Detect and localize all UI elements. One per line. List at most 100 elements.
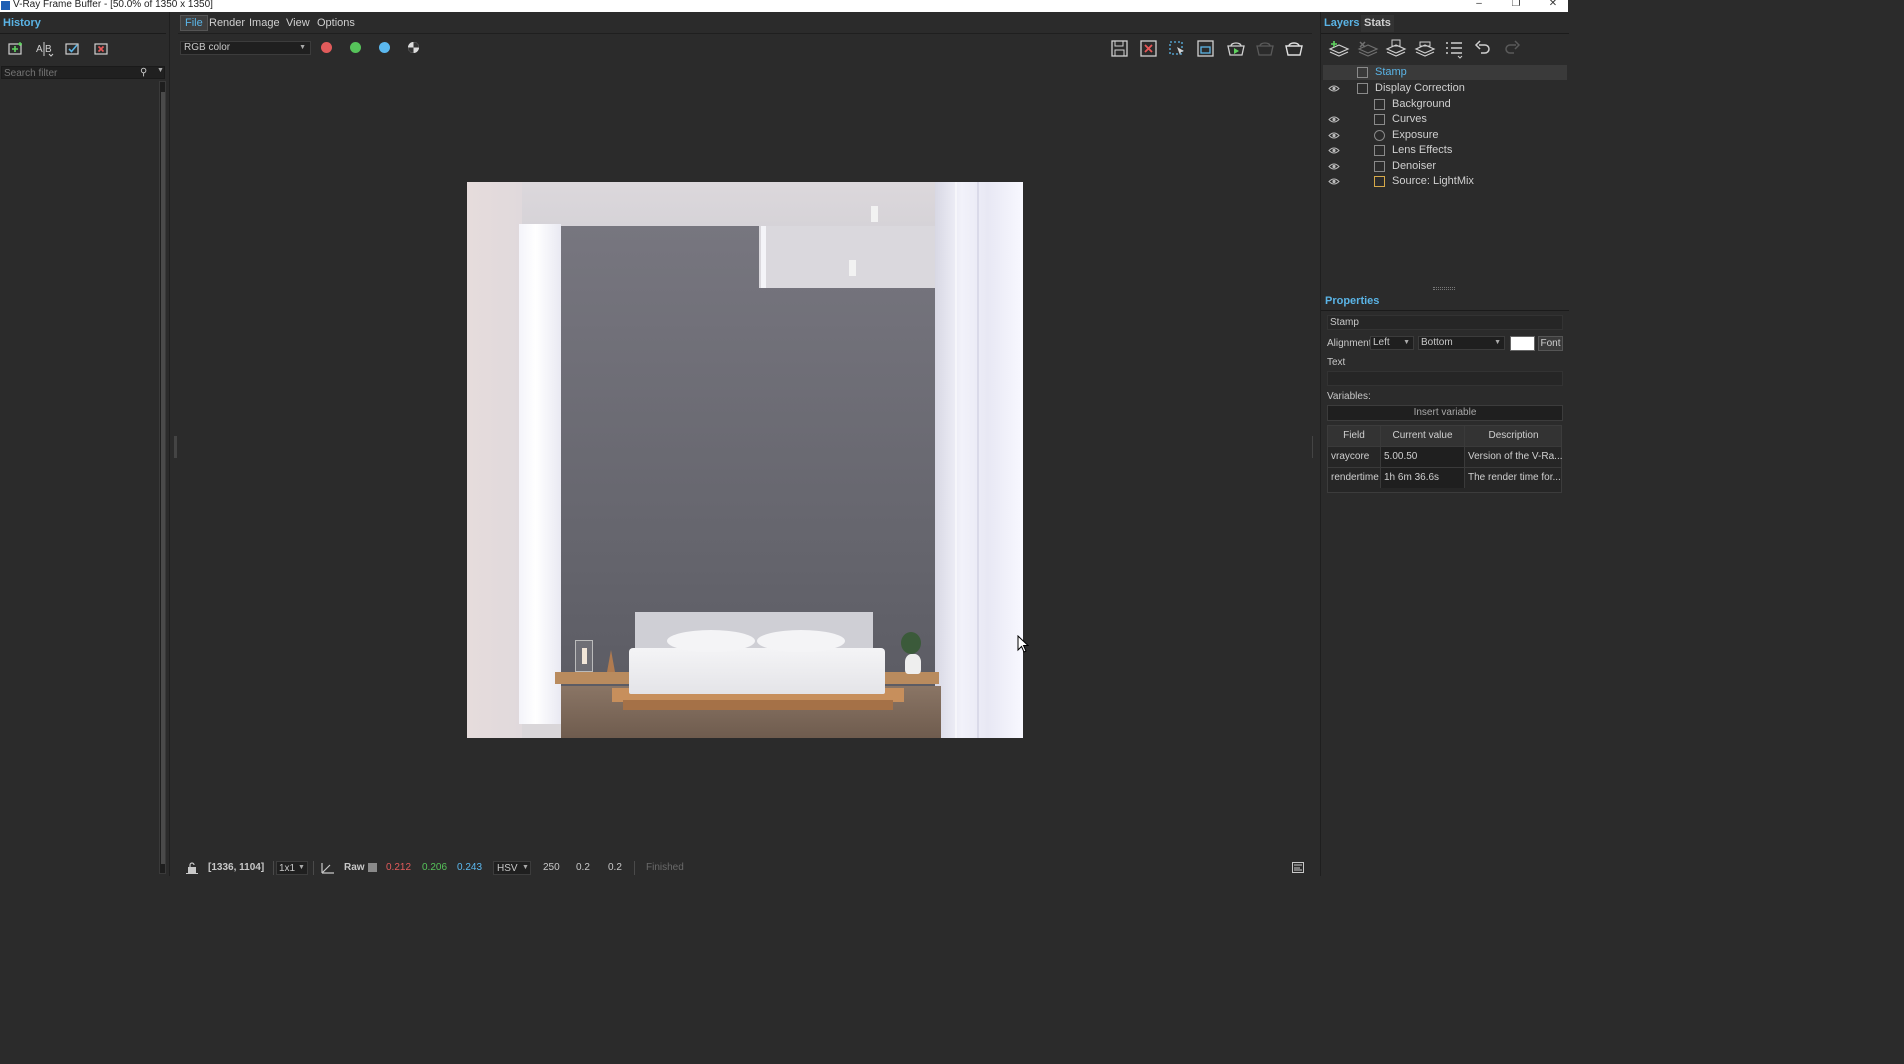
divider	[178, 33, 1312, 34]
chevron-down-icon[interactable]: ▼	[157, 67, 164, 74]
font-button[interactable]: Font	[1538, 336, 1563, 351]
menu-render[interactable]: Render	[205, 15, 249, 31]
horizontal-alignment-select[interactable]: Left ▼	[1370, 336, 1414, 350]
properties-title: Properties	[1325, 295, 1380, 307]
render-status: Finished	[646, 862, 684, 873]
eye-icon[interactable]	[1328, 128, 1340, 143]
column-header[interactable]: Field	[1328, 426, 1381, 446]
log-icon[interactable]	[1292, 861, 1304, 877]
load-layers-icon[interactable]	[1414, 39, 1436, 59]
layer-row-curves[interactable]: Curves	[1323, 112, 1567, 127]
zoom-select[interactable]: 1x1 ▼	[276, 861, 308, 875]
table-cell[interactable]: 5.00.50	[1381, 447, 1465, 467]
menu-options[interactable]: Options	[313, 15, 359, 31]
history-save-icon[interactable]	[6, 40, 26, 58]
eye-icon[interactable]	[1328, 143, 1340, 158]
layer-row-denoiser[interactable]: Denoiser	[1323, 159, 1567, 174]
blue-channel-toggle[interactable]	[379, 42, 390, 53]
layer-name-field[interactable]: Stamp	[1327, 315, 1563, 330]
layer-name: Stamp	[1375, 66, 1407, 78]
menu-view[interactable]: View	[282, 15, 314, 31]
eye-icon[interactable]	[1328, 112, 1340, 127]
delete-layer-icon[interactable]	[1357, 39, 1379, 59]
variables-table: Field Current value Description vraycore…	[1327, 425, 1562, 493]
hue-value: 250	[543, 862, 560, 873]
stamp-text-field[interactable]	[1327, 371, 1563, 386]
layer-row-exposure[interactable]: Exposure	[1323, 128, 1567, 143]
save-layers-icon[interactable]	[1385, 39, 1407, 59]
color-space-select[interactable]: HSV ▼	[493, 861, 531, 875]
history-remove-icon[interactable]	[92, 40, 112, 58]
table-cell[interactable]: 1h 6m 36.6s	[1381, 468, 1465, 488]
search-icon[interactable]: ⚲	[140, 67, 147, 78]
pixel-color-swatch	[368, 863, 377, 872]
history-load-icon[interactable]	[63, 40, 83, 58]
history-compare-ab-icon[interactable]: AB	[35, 40, 55, 58]
color-picker-icon[interactable]	[321, 861, 335, 877]
channel-select[interactable]: RGB color ▼	[180, 41, 311, 55]
stop-render-icon[interactable]	[1254, 38, 1276, 58]
layer-row-stamp[interactable]: Stamp	[1323, 65, 1567, 80]
alpha-channel-toggle[interactable]	[408, 42, 419, 53]
table-cell: rendertime	[1328, 468, 1381, 488]
saturation-value: 0.2	[576, 862, 590, 873]
column-header[interactable]: Description	[1465, 426, 1562, 446]
chevron-down-icon: ▼	[299, 44, 306, 51]
layer-presets-icon[interactable]	[1443, 39, 1465, 59]
layer-name: Denoiser	[1392, 160, 1437, 172]
red-value: 0.212	[386, 862, 412, 873]
history-scrollbar[interactable]	[159, 81, 166, 874]
layer-row-lens-effects[interactable]: Lens Effects	[1323, 143, 1567, 158]
layer-row-background[interactable]: Background	[1323, 97, 1567, 112]
lock-icon[interactable]	[186, 861, 198, 877]
chevron-down-icon: ▼	[1403, 339, 1410, 346]
color-space-value: HSV	[497, 863, 518, 874]
svg-text:A: A	[36, 44, 43, 55]
table-spacer	[1328, 488, 1561, 492]
text-color-swatch[interactable]	[1510, 336, 1535, 351]
maximize-button[interactable]: ❐	[1509, 0, 1523, 11]
divider	[313, 861, 314, 875]
green-channel-toggle[interactable]	[350, 42, 361, 53]
search-input[interactable]	[2, 68, 132, 79]
interactive-render-icon[interactable]	[1225, 38, 1247, 58]
history-search[interactable]: ⚲ ▼	[1, 66, 165, 79]
menu-file[interactable]: File	[180, 15, 208, 31]
insert-variable-button[interactable]: Insert variable	[1327, 405, 1563, 421]
splitter-grip[interactable]	[1433, 287, 1455, 290]
save-image-icon[interactable]	[1109, 38, 1131, 58]
undo-icon[interactable]	[1472, 39, 1494, 59]
redo-icon[interactable]	[1501, 39, 1523, 59]
divider	[1321, 33, 1569, 34]
close-button[interactable]: ✕	[1546, 0, 1560, 11]
divider	[0, 33, 166, 34]
table-row[interactable]: vraycore 5.00.50 Version of the V-Ra...	[1328, 446, 1562, 467]
render-teapot-icon[interactable]	[1283, 38, 1305, 58]
red-channel-toggle[interactable]	[321, 42, 332, 53]
layer-row-source-lightmix[interactable]: Source: LightMix	[1323, 174, 1567, 189]
pixel-coordinates: [1336, 1104]	[208, 862, 265, 873]
add-layer-icon[interactable]	[1328, 39, 1350, 59]
window-title: V-Ray Frame Buffer - [50.0% of 1350 x 13…	[13, 0, 213, 10]
tab-layers[interactable]: Layers	[1321, 15, 1362, 32]
scrollbar-thumb[interactable]	[161, 92, 165, 864]
history-tab[interactable]: History	[0, 15, 44, 32]
render-region-frame-icon[interactable]	[1195, 38, 1217, 58]
minimize-button[interactable]: –	[1472, 0, 1486, 11]
vertical-alignment-select[interactable]: Bottom ▼	[1418, 336, 1505, 350]
region-render-icon[interactable]	[1166, 38, 1188, 58]
tab-stats[interactable]: Stats	[1361, 15, 1394, 32]
chevron-down-icon: ▼	[522, 864, 529, 871]
alpha-icon	[408, 42, 419, 53]
variables-label: Variables:	[1327, 391, 1371, 402]
blue-value: 0.243	[457, 862, 483, 873]
table-row[interactable]: rendertime 1h 6m 36.6s The render time f…	[1328, 467, 1561, 488]
column-header[interactable]: Current value	[1381, 426, 1465, 446]
left-splitter-handle[interactable]	[174, 436, 177, 458]
layer-row-display-correction[interactable]: Display Correction	[1323, 81, 1567, 96]
menu-image[interactable]: Image	[245, 15, 284, 31]
eye-icon[interactable]	[1328, 159, 1340, 174]
eye-icon[interactable]	[1328, 174, 1340, 189]
eye-icon[interactable]	[1328, 81, 1340, 96]
clear-image-icon[interactable]	[1138, 38, 1160, 58]
